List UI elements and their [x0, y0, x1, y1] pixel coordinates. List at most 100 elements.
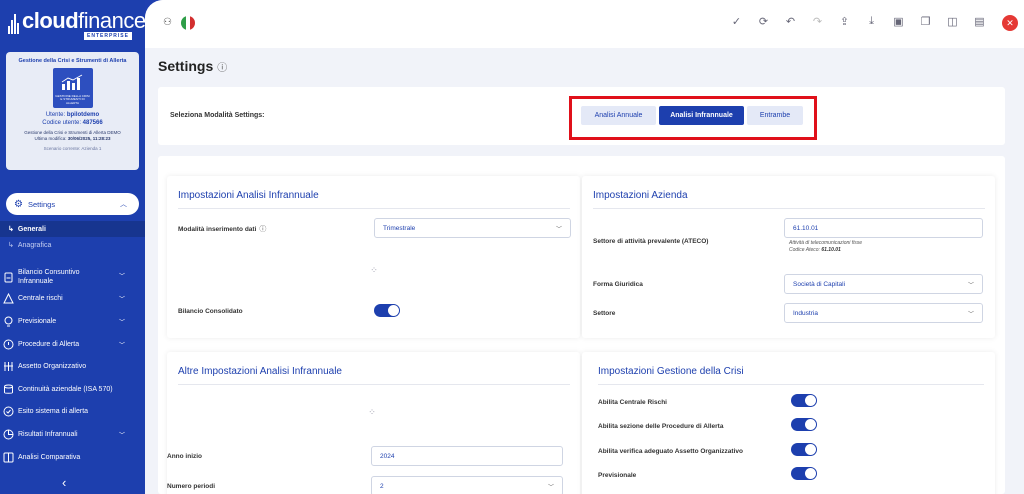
- modalita-select[interactable]: Trimestrale ﹀: [374, 218, 571, 238]
- copy-icon[interactable]: ❐: [919, 15, 932, 28]
- user-code: Codice utente: 487566: [42, 120, 103, 126]
- ateco-note: Attività di telecomunicazioni fisse Codi…: [789, 240, 863, 253]
- chevron-down-icon: ﹀: [118, 296, 125, 303]
- procedure-allerta-toggle[interactable]: [791, 418, 817, 431]
- azienda-settings-card: Impostazioni Azienda Settore di attività…: [582, 176, 995, 338]
- sidebar-nav: ⚙ Settings ︿ ↳ Generali ↳ Anagrafica Bilan…: [0, 185, 145, 494]
- sidebar-item-esito-sistema[interactable]: Esito sistema di allerta: [0, 404, 145, 418]
- warning-icon: [3, 292, 14, 303]
- modalita-label: Modalità inserimento dati ⓘ: [178, 226, 267, 233]
- check-icon[interactable]: ✓: [730, 15, 743, 28]
- infrannuale-settings-card: Impostazioni Analisi Infrannuale Modalit…: [167, 176, 580, 338]
- sidebar-item-analisi-comparativa[interactable]: Analisi Comparativa: [0, 450, 145, 464]
- consolidato-label: Bilancio Consolidato: [178, 308, 243, 315]
- main-panel: ⚇ ✓ ⟳ ↶ ↷ ⇪ ⤓ ▣ ❐ ◫ ▤ ✕ Settings ⓘ Selezi…: [145, 0, 1024, 494]
- sidebar-item-continuita-aziendale[interactable]: Continuità aziendale (ISA 570): [0, 382, 145, 396]
- sidebar-item-risultati-infrannuali[interactable]: Risultati Infrannuali ﹀: [0, 427, 145, 441]
- help-icon[interactable]: ⓘ: [217, 63, 227, 74]
- sidebar-item-assetto-organizzativo[interactable]: Assetto Organizzativo: [0, 359, 145, 373]
- user-name: Utente: bpilotdemo: [45, 112, 100, 118]
- assetto-organizzativo-toggle[interactable]: [791, 443, 817, 456]
- anno-input[interactable]: 2024: [371, 446, 563, 466]
- logo-text: cloudfinance: [22, 8, 145, 33]
- mode-button-infrannuale[interactable]: Analisi Infrannuale: [659, 106, 744, 125]
- save-icon[interactable]: ▣: [892, 15, 905, 28]
- logo-edition: ENTERPRISE: [84, 32, 132, 40]
- divider: [593, 208, 985, 209]
- settore-label: Settore: [593, 310, 616, 317]
- info-card-title: Gestione della Crisi e Strumenti di Alle…: [18, 58, 127, 64]
- product-image: GESTIONE DELLA CRISI E STRUMENTI DI ALLE…: [52, 68, 93, 108]
- bulb-icon: [4, 316, 13, 326]
- upload-icon[interactable]: ⇪: [838, 15, 851, 28]
- download-icon[interactable]: ⤓: [865, 15, 878, 28]
- page-title: Settings ⓘ: [158, 58, 228, 74]
- columns-icon: [3, 452, 14, 462]
- ateco-input[interactable]: 61.10.01: [784, 218, 983, 238]
- alert-circle-icon: [3, 339, 14, 349]
- loading-spinner-icon: ⁘: [370, 265, 378, 275]
- sidebar: cloudfinance ENTERPRISE Gestione della C…: [0, 0, 145, 494]
- sidebar-item-centrale-rischi[interactable]: Centrale rischi ﹀: [0, 291, 145, 305]
- chevron-down-icon: ﹀: [555, 226, 562, 233]
- gear-icon: ⚙: [14, 198, 23, 210]
- settore-select[interactable]: Industria ﹀: [784, 303, 983, 323]
- chevron-down-icon: ﹀: [118, 342, 125, 349]
- sidebar-item-previsionale[interactable]: Previsionale ﹀: [0, 314, 145, 328]
- pie-chart-icon: [3, 429, 14, 439]
- chevron-down-icon: ﹀: [967, 311, 974, 318]
- chevron-down-icon: ﹀: [118, 273, 125, 280]
- cloudfinance-logo: cloudfinance ENTERPRISE: [8, 8, 145, 44]
- crisi-item-label: Abilita sezione delle Procedure di Aller…: [598, 423, 724, 430]
- azienda-title: Impostazioni Azienda: [593, 190, 688, 201]
- crisi-item-label: Abilita verifica adeguato Assetto Organi…: [598, 448, 743, 455]
- sidebar-item-generali[interactable]: ↳ Generali: [0, 221, 145, 237]
- previsionale-toggle[interactable]: [791, 467, 817, 480]
- growth-chart-icon: [61, 74, 82, 90]
- toolbar-actions: ✓ ⟳ ↶ ↷ ⇪ ⤓ ▣ ❐ ◫ ▤: [730, 15, 986, 28]
- user-info-card: Gestione della Crisi e Strumenti di Alle…: [6, 52, 139, 170]
- mode-button-entrambe[interactable]: Entrambe: [747, 106, 803, 125]
- close-icon[interactable]: ✕: [1002, 15, 1018, 31]
- crisi-settings-card: Impostazioni Gestione della Crisi Abilit…: [582, 352, 995, 494]
- company-info: Gestione della Crisi e Strumenti di Alle…: [24, 130, 121, 141]
- check-circle-icon: [3, 406, 14, 416]
- centrale-rischi-toggle[interactable]: [791, 394, 817, 407]
- org-chart-icon: [4, 361, 13, 371]
- redo-icon[interactable]: ↷: [811, 15, 824, 28]
- chevron-down-icon: ﹀: [547, 484, 554, 491]
- crisi-item-label: Abilita Centrale Rischi: [598, 399, 667, 406]
- consolidato-toggle[interactable]: [374, 304, 400, 317]
- chevron-down-icon: ﹀: [967, 282, 974, 289]
- document-icon: [4, 272, 13, 282]
- mode-button-annuale[interactable]: Analisi Annuale: [581, 106, 656, 125]
- refresh-icon[interactable]: ⟳: [757, 15, 770, 28]
- sidebar-item-procedure-allerta[interactable]: Procedure di Allerta ﹀: [0, 337, 145, 351]
- forma-select[interactable]: Società di Capitali ﹀: [784, 274, 983, 294]
- chevron-down-icon: ﹀: [118, 319, 125, 326]
- info-icon[interactable]: ⓘ: [259, 226, 266, 233]
- loading-spinner-icon: ⁘: [368, 407, 376, 417]
- ateco-label: Settore di attività prevalente (ATECO): [593, 238, 709, 245]
- collapse-sidebar-icon[interactable]: ‹: [62, 475, 66, 490]
- undo-icon[interactable]: ↶: [784, 15, 797, 28]
- language-icon[interactable]: ⚇: [163, 17, 172, 28]
- chevron-up-icon: ︿: [120, 201, 127, 208]
- sidebar-item-anagrafica[interactable]: ↳ Anagrafica: [0, 237, 145, 253]
- divider: [598, 384, 984, 385]
- divider: [178, 208, 570, 209]
- database-icon: [4, 384, 13, 394]
- sidebar-item-settings[interactable]: ⚙ Settings ︿: [6, 193, 139, 215]
- italian-flag-icon[interactable]: [181, 16, 195, 30]
- sidebar-item-bilancio-consuntivo[interactable]: Bilancio Consuntivo Infrannuale ﹀: [0, 265, 145, 289]
- forma-label: Forma Giuridica: [593, 281, 643, 288]
- anno-label: Anno inizio: [167, 453, 203, 460]
- divider: [178, 384, 570, 385]
- current-scenario: Scenario corrente: Azienda 1: [43, 146, 102, 151]
- panel-icon[interactable]: ◫: [946, 15, 959, 28]
- top-toolbar: ⚇ ✓ ⟳ ↶ ↷ ⇪ ⤓ ▣ ❐ ◫ ▤ ✕: [145, 0, 1024, 48]
- mode-label: Seleziona Modalità Settings:: [170, 112, 265, 119]
- periodi-select[interactable]: 2 ﹀: [371, 476, 563, 494]
- calendar-icon[interactable]: ▤: [973, 15, 986, 28]
- product-image-caption: GESTIONE DELLA CRISI E STRUMENTI DI ALLE…: [55, 93, 90, 105]
